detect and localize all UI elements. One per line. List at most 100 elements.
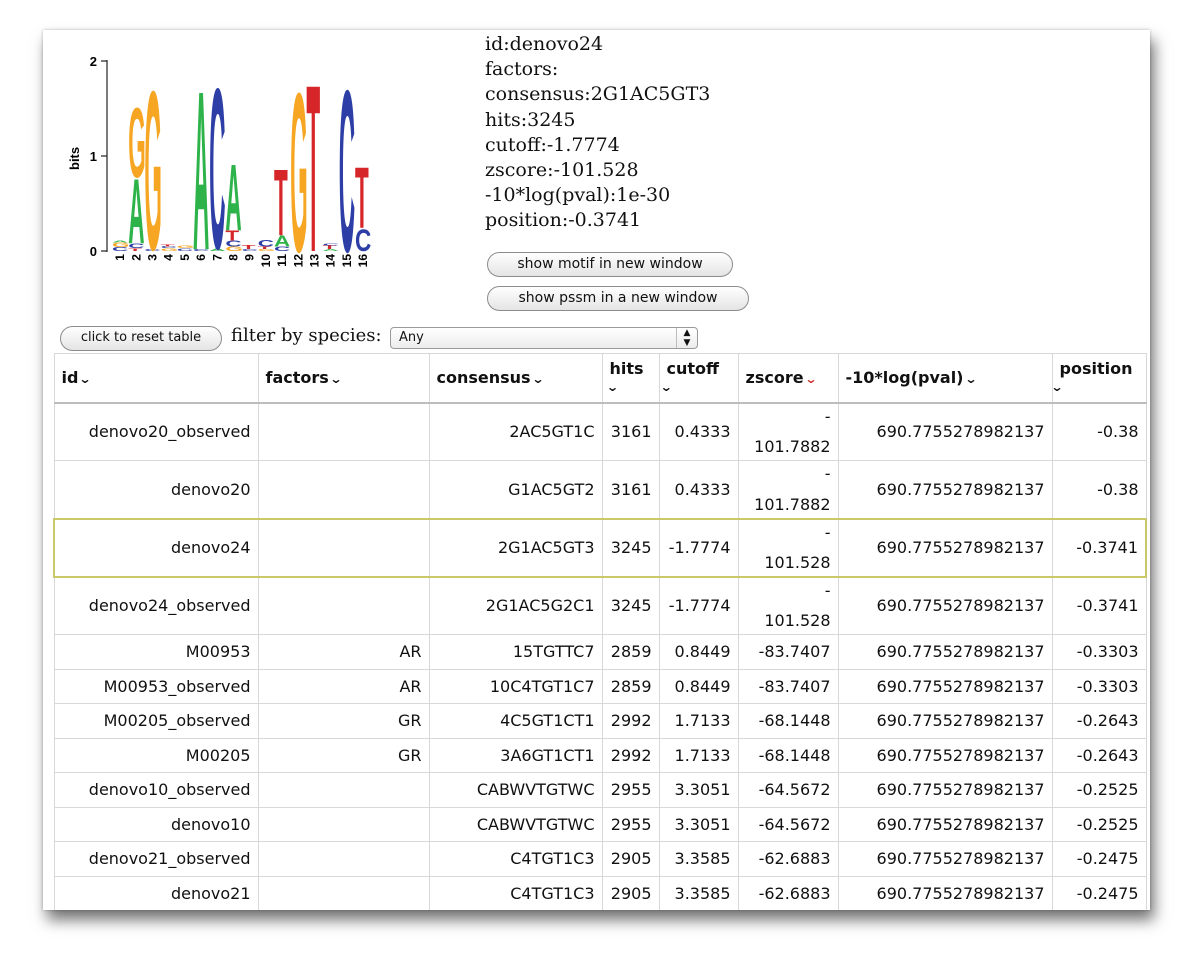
- sort-chevron-active-icon: ⌄: [804, 372, 818, 387]
- table-row[interactable]: M00205 GR 3A6GT1CT1 2992 1.7133 -68.1448 690.7…: [53, 737, 1147, 773]
- cell-position: -0.2643: [1051, 703, 1147, 739]
- logo-letter-C: C: [258, 238, 274, 249]
- logo-letter-A: A: [112, 240, 129, 243]
- cell-consensus: 10C4TGT1C7: [428, 668, 603, 704]
- cell-position: -0.3303: [1051, 668, 1147, 704]
- cell-zscore: -83.7407: [737, 668, 839, 704]
- logo-y-tick: 0: [90, 244, 97, 259]
- cell-hits: 2905: [601, 875, 660, 910]
- cell-factors: [257, 460, 430, 519]
- motif-panel: 2 1 0 bits CGATCAGCGGCTCGCAACGCTACTGTCCA…: [43, 30, 1150, 910]
- reset-table-button[interactable]: click to reset table: [60, 326, 222, 351]
- table-row[interactable]: denovo24_observed 2G1AC5G2C1 3245 -1.7774 - 1…: [53, 576, 1147, 635]
- cell-factors: AR: [257, 668, 430, 704]
- cell-cutoff: 0.8449: [658, 634, 739, 670]
- column-header-consensus[interactable]: consensus⌄: [428, 353, 603, 404]
- logo-letter-C: C: [209, 40, 225, 272]
- sort-chevron-icon: ⌄: [329, 372, 343, 387]
- logo-letter-G: G: [144, 45, 162, 272]
- cell-pval: 690.7755278982137: [837, 703, 1053, 739]
- logo-x-tick: 12: [291, 254, 305, 268]
- logo-letter-T: T: [274, 150, 288, 256]
- logo-letters: CGATCAGCGGCTCGCA AC GCTA CT GTCCAT GT ATC C CT: [112, 40, 371, 272]
- table-header-row: id⌄ factors⌄ consensus⌄ hits ⌄ cutoff ⌄ zs…: [53, 353, 1147, 404]
- cell-consensus: C4TGT1C3: [428, 841, 603, 877]
- logo-x-tick: 7: [210, 254, 224, 261]
- column-header-position[interactable]: position ⌄: [1050, 353, 1147, 404]
- table-body: denovo20_observed 2AC5GT1C 3161 0.4333 - 101.…: [53, 402, 1147, 910]
- column-header-factors[interactable]: factors⌄: [257, 353, 430, 404]
- cell-zscore: - 101.528: [737, 576, 839, 635]
- cell-pval: 690.7755278982137: [837, 668, 1053, 704]
- table-row[interactable]: M00953_observed AR 10C4TGT1C7 2859 0.8449 -83…: [53, 668, 1147, 704]
- logo-x-tick: 5: [178, 254, 192, 261]
- column-header-id[interactable]: id⌄: [53, 353, 259, 404]
- cell-position: -0.38: [1051, 460, 1147, 519]
- motif-zscore: zscore:-101.528: [485, 159, 639, 182]
- cell-id: denovo24: [53, 517, 259, 578]
- cell-id: denovo21_observed: [53, 841, 259, 877]
- table-row[interactable]: denovo10 CABWVTGTWC 2955 3.3051 -64.5672 690.…: [53, 806, 1147, 842]
- cell-factors: [257, 402, 430, 461]
- table-row[interactable]: denovo21 C4TGT1C3 2905 3.3585 -62.6883 690.77…: [53, 875, 1147, 910]
- logo-letter-A: A: [225, 145, 241, 251]
- cell-cutoff: 1.7133: [658, 737, 739, 773]
- cell-number: 101.7882: [754, 494, 831, 514]
- column-header-pval[interactable]: -10*log(pval)⌄: [837, 353, 1053, 404]
- cell-cutoff: 3.3585: [658, 841, 739, 877]
- minus-sign: -: [824, 464, 831, 483]
- show-pssm-button[interactable]: show pssm in a new window: [487, 286, 749, 311]
- table-row[interactable]: denovo20_observed 2AC5GT1C 3161 0.4333 - 101.…: [53, 402, 1147, 461]
- cell-consensus: C4TGT1C3: [428, 875, 603, 910]
- species-select-value: Any: [399, 330, 424, 345]
- cell-position: -0.2475: [1051, 875, 1147, 910]
- sequence-logo: 2 1 0 bits CGATCAGCGGCTCGCA AC GCTA CT GTCCA…: [67, 40, 371, 272]
- cell-pval: 690.7755278982137: [837, 517, 1053, 578]
- species-select[interactable]: Any ▲ ▼: [390, 327, 698, 349]
- cell-consensus: 15TGTTC7: [428, 634, 603, 670]
- motif-table: id⌄ factors⌄ consensus⌄ hits ⌄ cutoff ⌄ zs…: [53, 353, 1147, 910]
- cell-id: M00953: [53, 634, 259, 670]
- motif-cutoff: cutoff:-1.7774: [485, 133, 620, 156]
- sort-chevron-icon: ⌄: [531, 372, 545, 387]
- cell-pval: 690.7755278982137: [837, 737, 1053, 773]
- sort-chevron-icon: ⌄: [605, 379, 619, 394]
- cell-position: -0.38: [1051, 402, 1147, 461]
- logo-x-tick: 1: [113, 254, 127, 261]
- cell-factors: GR: [257, 703, 430, 739]
- column-header-cutoff[interactable]: cutoff ⌄: [658, 353, 739, 404]
- cell-pval: 690.7755278982137: [837, 841, 1053, 877]
- cell-id: denovo10_observed: [53, 772, 259, 808]
- logo-letter-C: C: [323, 243, 340, 246]
- show-motif-button[interactable]: show motif in new window: [487, 252, 733, 277]
- cell-hits: 2955: [601, 806, 660, 842]
- filter-label: filter by species:: [231, 325, 382, 346]
- cell-pval: 690.7755278982137: [837, 772, 1053, 808]
- column-header-zscore[interactable]: zscore⌄: [737, 353, 839, 404]
- cell-consensus: 2G1AC5G2C1: [428, 576, 603, 635]
- cell-id: denovo20: [53, 460, 259, 519]
- sort-chevron-icon: ⌄: [963, 372, 978, 387]
- cell-zscore: -64.5672: [737, 772, 839, 808]
- motif-info: id:denovo24 factors: consensus:2G1AC5GT3…: [485, 32, 710, 234]
- table-row[interactable]: denovo20 G1AC5GT2 3161 0.4333 - 101.7882 690.7…: [53, 460, 1147, 519]
- logo-x-tick: 11: [275, 254, 289, 267]
- column-header-hits[interactable]: hits ⌄: [601, 353, 660, 404]
- table-row[interactable]: denovo24 2G1AC5GT3 3245 -1.7774 - 101.528 690.…: [53, 517, 1147, 578]
- motif-position: position:-0.3741: [485, 209, 642, 232]
- table-row[interactable]: denovo10_observed CABWVTGTWC 2955 3.3051 -64…: [53, 772, 1147, 808]
- cell-hits: 3245: [601, 576, 660, 635]
- motif-id: id:denovo24: [485, 33, 604, 55]
- table-row[interactable]: denovo21_observed C4TGT1C3 2905 3.3585 -62.6…: [53, 841, 1147, 877]
- cell-consensus: CABWVTGTWC: [428, 772, 603, 808]
- table-row[interactable]: M00205_observed GR 4C5GT1CT1 2992 1.7133 -68.…: [53, 703, 1147, 739]
- cell-factors: GR: [257, 737, 430, 773]
- cell-pval: 690.7755278982137: [837, 576, 1053, 635]
- cell-position: -0.3741: [1051, 517, 1147, 578]
- cell-number: 101.528: [764, 552, 831, 572]
- cell-zscore: -64.5672: [737, 806, 839, 842]
- select-arrows-icon: ▲ ▼: [676, 328, 697, 348]
- cell-position: -0.2475: [1051, 841, 1147, 877]
- table-row[interactable]: M00953 AR 15TGTTC7 2859 0.8449 -83.7407 690.77…: [53, 634, 1147, 670]
- cell-id: M00205_observed: [53, 703, 259, 739]
